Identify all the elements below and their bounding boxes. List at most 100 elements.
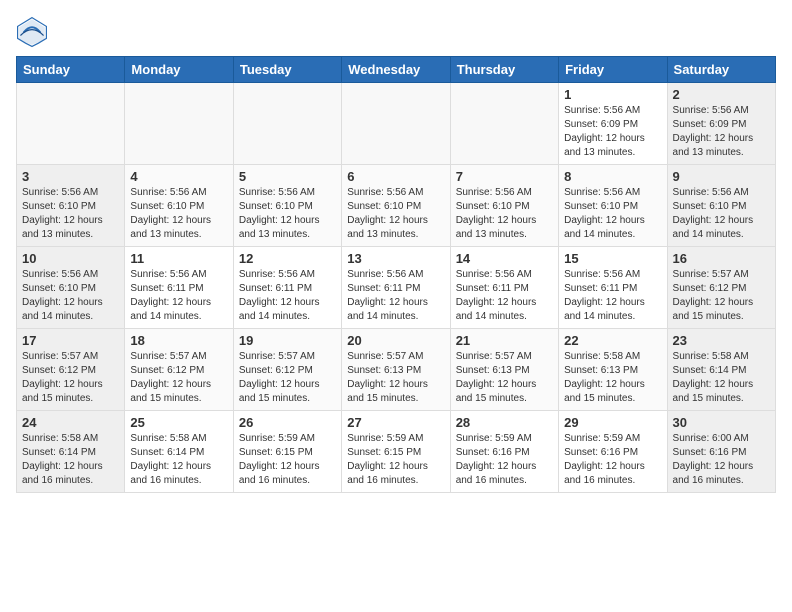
calendar-cell: 13 Sunrise: 5:56 AM Sunset: 6:11 PM Dayli… <box>342 247 450 329</box>
day-info: Sunrise: 5:59 AM Sunset: 6:16 PM Dayligh… <box>456 432 553 488</box>
day-info: Sunrise: 5:57 AM Sunset: 6:13 PM Dayligh… <box>347 350 444 406</box>
calendar-cell: 16 Sunrise: 5:57 AM Sunset: 6:12 PM Dayli… <box>667 247 775 329</box>
day-info: Sunrise: 6:00 AM Sunset: 6:16 PM Dayligh… <box>673 432 770 488</box>
calendar-cell: 14Sunrise: 5:56 AM Sunset: 6:11 PM Dayli… <box>450 247 558 329</box>
day-number: 13 <box>347 251 444 266</box>
day-info: Sunrise: 5:56 AM Sunset: 6:10 PM Dayligh… <box>347 186 444 242</box>
day-number: 4 <box>130 169 227 184</box>
day-number: 24 <box>22 415 119 430</box>
calendar-cell: 4 Sunrise: 5:56 AM Sunset: 6:10 PM Daylig… <box>125 165 233 247</box>
calendar-cell: 23 Sunrise: 5:58 AM Sunset: 6:14 PM Dayli… <box>667 329 775 411</box>
calendar-cell: 12 Sunrise: 5:56 AM Sunset: 6:11 PM Dayli… <box>233 247 341 329</box>
day-number: 1 <box>564 87 661 102</box>
day-info: Sunrise: 5:57 AM Sunset: 6:12 PM Dayligh… <box>673 268 770 324</box>
calendar-cell: 15 Sunrise: 5:56 AM Sunset: 6:11 PM Dayli… <box>559 247 667 329</box>
col-header-thursday: Thursday <box>450 57 558 83</box>
day-info: Sunrise: 5:57 AM Sunset: 6:12 PM Dayligh… <box>130 350 227 406</box>
day-info: Sunrise: 5:56 AM Sunset: 6:11 PM Dayligh… <box>347 268 444 324</box>
day-info: Sunrise: 5:56 AM Sunset: 6:09 PM Dayligh… <box>673 104 770 160</box>
day-info: Sunrise: 5:56 AM Sunset: 6:10 PM Dayligh… <box>239 186 336 242</box>
day-info: Sunrise: 5:59 AM Sunset: 6:16 PM Dayligh… <box>564 432 661 488</box>
calendar-cell: 8Sunrise: 5:56 AM Sunset: 6:10 PM Daylig… <box>559 165 667 247</box>
day-number: 11 <box>130 251 227 266</box>
day-number: 23 <box>673 333 770 348</box>
day-number: 14 <box>456 251 553 266</box>
calendar-cell: 26 Sunrise: 5:59 AM Sunset: 6:15 PM Dayli… <box>233 411 341 493</box>
day-info: Sunrise: 5:59 AM Sunset: 6:15 PM Dayligh… <box>347 432 444 488</box>
day-number: 29 <box>564 415 661 430</box>
day-number: 2 <box>673 87 770 102</box>
day-number: 3 <box>22 169 119 184</box>
calendar-week-4: 17Sunrise: 5:57 AM Sunset: 6:12 PM Dayli… <box>17 329 776 411</box>
calendar-cell <box>342 83 450 165</box>
day-number: 28 <box>456 415 553 430</box>
day-number: 10 <box>22 251 119 266</box>
calendar-cell <box>450 83 558 165</box>
day-info: Sunrise: 5:57 AM Sunset: 6:12 PM Dayligh… <box>22 350 119 406</box>
calendar-cell: 10 Sunrise: 5:56 AM Sunset: 6:10 PM Dayli… <box>17 247 125 329</box>
day-number: 15 <box>564 251 661 266</box>
day-number: 20 <box>347 333 444 348</box>
day-number: 30 <box>673 415 770 430</box>
day-info: Sunrise: 5:56 AM Sunset: 6:10 PM Dayligh… <box>22 268 119 324</box>
day-info: Sunrise: 5:56 AM Sunset: 6:10 PM Dayligh… <box>130 186 227 242</box>
col-header-monday: Monday <box>125 57 233 83</box>
logo-icon <box>16 16 48 48</box>
calendar-cell <box>17 83 125 165</box>
calendar-cell: 5 Sunrise: 5:56 AM Sunset: 6:10 PM Daylig… <box>233 165 341 247</box>
col-header-saturday: Saturday <box>667 57 775 83</box>
calendar-cell: 22Sunrise: 5:58 AM Sunset: 6:13 PM Dayli… <box>559 329 667 411</box>
day-info: Sunrise: 5:56 AM Sunset: 6:11 PM Dayligh… <box>239 268 336 324</box>
day-info: Sunrise: 5:58 AM Sunset: 6:13 PM Dayligh… <box>564 350 661 406</box>
day-info: Sunrise: 5:57 AM Sunset: 6:13 PM Dayligh… <box>456 350 553 406</box>
day-info: Sunrise: 5:56 AM Sunset: 6:10 PM Dayligh… <box>673 186 770 242</box>
day-number: 5 <box>239 169 336 184</box>
calendar-cell: 3 Sunrise: 5:56 AM Sunset: 6:10 PM Daylig… <box>17 165 125 247</box>
day-info: Sunrise: 5:59 AM Sunset: 6:15 PM Dayligh… <box>239 432 336 488</box>
col-header-friday: Friday <box>559 57 667 83</box>
calendar-week-2: 3 Sunrise: 5:56 AM Sunset: 6:10 PM Daylig… <box>17 165 776 247</box>
calendar-cell: 2 Sunrise: 5:56 AM Sunset: 6:09 PM Daylig… <box>667 83 775 165</box>
calendar-cell: 7 Sunrise: 5:56 AM Sunset: 6:10 PM Daylig… <box>450 165 558 247</box>
calendar-cell: 9 Sunrise: 5:56 AM Sunset: 6:10 PM Daylig… <box>667 165 775 247</box>
day-info: Sunrise: 5:56 AM Sunset: 6:11 PM Dayligh… <box>130 268 227 324</box>
day-info: Sunrise: 5:58 AM Sunset: 6:14 PM Dayligh… <box>673 350 770 406</box>
day-number: 19 <box>239 333 336 348</box>
calendar-cell: 17Sunrise: 5:57 AM Sunset: 6:12 PM Dayli… <box>17 329 125 411</box>
calendar-week-5: 24 Sunrise: 5:58 AM Sunset: 6:14 PM Dayli… <box>17 411 776 493</box>
day-info: Sunrise: 5:58 AM Sunset: 6:14 PM Dayligh… <box>130 432 227 488</box>
day-number: 18 <box>130 333 227 348</box>
day-number: 21 <box>456 333 553 348</box>
day-number: 12 <box>239 251 336 266</box>
calendar-cell: 29 Sunrise: 5:59 AM Sunset: 6:16 PM Dayli… <box>559 411 667 493</box>
calendar-cell: 30 Sunrise: 6:00 AM Sunset: 6:16 PM Dayli… <box>667 411 775 493</box>
col-header-wednesday: Wednesday <box>342 57 450 83</box>
calendar-cell: 18 Sunrise: 5:57 AM Sunset: 6:12 PM Dayli… <box>125 329 233 411</box>
day-info: Sunrise: 5:56 AM Sunset: 6:10 PM Dayligh… <box>22 186 119 242</box>
day-number: 26 <box>239 415 336 430</box>
day-info: Sunrise: 5:58 AM Sunset: 6:14 PM Dayligh… <box>22 432 119 488</box>
calendar-header-row: SundayMondayTuesdayWednesdayThursdayFrid… <box>17 57 776 83</box>
day-info: Sunrise: 5:56 AM Sunset: 6:11 PM Dayligh… <box>564 268 661 324</box>
calendar-cell: 1 Sunrise: 5:56 AM Sunset: 6:09 PM Daylig… <box>559 83 667 165</box>
day-number: 7 <box>456 169 553 184</box>
day-info: Sunrise: 5:56 AM Sunset: 6:10 PM Dayligh… <box>564 186 661 242</box>
day-info: Sunrise: 5:57 AM Sunset: 6:12 PM Dayligh… <box>239 350 336 406</box>
day-number: 16 <box>673 251 770 266</box>
day-number: 6 <box>347 169 444 184</box>
day-info: Sunrise: 5:56 AM Sunset: 6:09 PM Dayligh… <box>564 104 661 160</box>
calendar-cell: 24 Sunrise: 5:58 AM Sunset: 6:14 PM Dayli… <box>17 411 125 493</box>
calendar-cell: 6 Sunrise: 5:56 AM Sunset: 6:10 PM Daylig… <box>342 165 450 247</box>
day-number: 25 <box>130 415 227 430</box>
calendar-cell: 20 Sunrise: 5:57 AM Sunset: 6:13 PM Dayli… <box>342 329 450 411</box>
calendar-cell: 11 Sunrise: 5:56 AM Sunset: 6:11 PM Dayli… <box>125 247 233 329</box>
day-number: 9 <box>673 169 770 184</box>
day-info: Sunrise: 5:56 AM Sunset: 6:10 PM Dayligh… <box>456 186 553 242</box>
calendar-cell: 21 Sunrise: 5:57 AM Sunset: 6:13 PM Dayli… <box>450 329 558 411</box>
calendar-cell: 27Sunrise: 5:59 AM Sunset: 6:15 PM Dayli… <box>342 411 450 493</box>
logo <box>16 16 52 48</box>
calendar-cell: 19 Sunrise: 5:57 AM Sunset: 6:12 PM Dayli… <box>233 329 341 411</box>
col-header-sunday: Sunday <box>17 57 125 83</box>
calendar-cell: 25 Sunrise: 5:58 AM Sunset: 6:14 PM Dayli… <box>125 411 233 493</box>
calendar-cell <box>233 83 341 165</box>
